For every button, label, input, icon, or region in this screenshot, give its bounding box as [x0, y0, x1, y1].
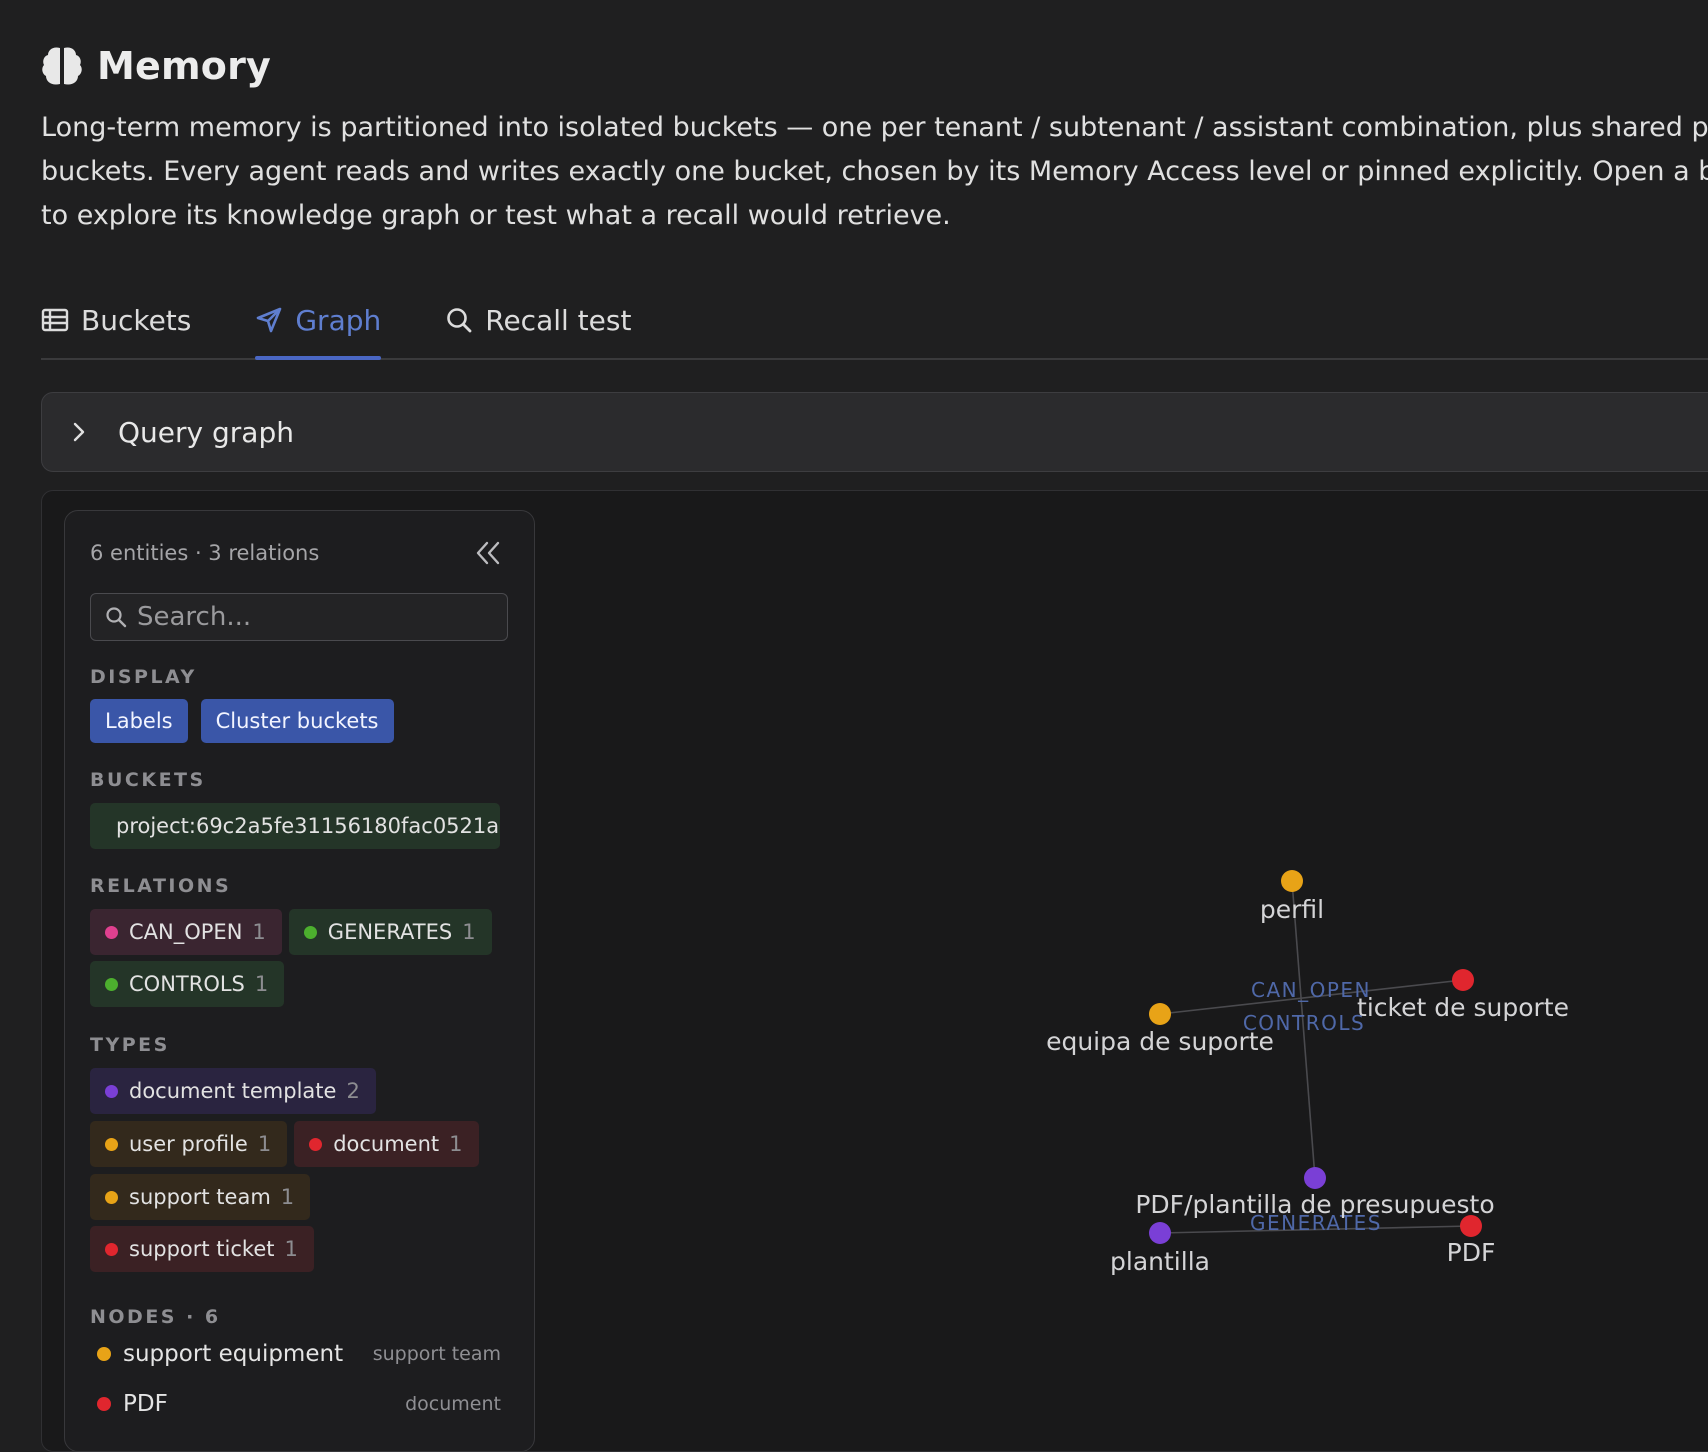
type-color-dot [105, 1084, 118, 1098]
relation-count: 1 [462, 920, 476, 944]
types-row-4: support ticket 1 [90, 1226, 314, 1272]
tab-bar: Buckets Graph Recall test [41, 290, 1708, 360]
relation-color-dot [105, 977, 118, 991]
bucket-chip[interactable]: project:69c2a5fe31156180fac0521a › [90, 803, 500, 849]
relation-chip-can-open[interactable]: CAN_OPEN 1 [90, 909, 282, 955]
graph-canvas[interactable]: CAN_OPENCONTROLSGENERATESperfilequipa de… [540, 500, 1708, 1418]
query-graph-label: Query graph [118, 415, 294, 449]
type-chip-support-ticket[interactable]: support ticket 1 [90, 1226, 314, 1272]
type-chip-document[interactable]: document 1 [294, 1121, 479, 1167]
types-row-3: support team 1 [90, 1174, 311, 1220]
cluster-buckets-toggle[interactable]: Cluster buckets [200, 699, 394, 743]
type-count: 1 [280, 1185, 295, 1209]
tab-graph[interactable]: Graph [255, 290, 382, 360]
page-header: Memory [41, 44, 271, 88]
graph-node-label: equipa de suporte [1046, 1027, 1274, 1056]
type-color-dot [105, 1190, 118, 1204]
chevron-right-icon [73, 422, 85, 442]
bucket-label: project:69c2a5fe31156180fac0521a › [116, 814, 500, 838]
relation-color-dot [303, 925, 317, 939]
graph-node-label: PDF [1447, 1238, 1496, 1267]
graph-node[interactable] [1452, 969, 1474, 991]
graph-node-label: perfil [1260, 895, 1324, 924]
relations-section-title: RELATIONS [90, 875, 232, 897]
node-name: support equipment [123, 1341, 344, 1367]
page-title: Memory [97, 44, 271, 88]
relation-name: CAN_OPEN [129, 920, 243, 944]
table-icon [41, 308, 69, 332]
type-name: document [333, 1132, 440, 1156]
tab-buckets[interactable]: Buckets [41, 290, 191, 350]
type-chip-document-template[interactable]: document template 2 [90, 1068, 376, 1114]
display-section-title: DISPLAY [90, 666, 197, 688]
node-list-item[interactable]: PDF document [97, 1391, 501, 1417]
graph-node[interactable] [1304, 1167, 1326, 1189]
node-type: document [405, 1393, 501, 1415]
tab-buckets-label: Buckets [81, 303, 192, 337]
tab-recall-test[interactable]: Recall test [445, 290, 631, 350]
relation-name: GENERATES [327, 920, 453, 944]
tab-recall-test-label: Recall test [485, 303, 632, 337]
type-color-dot [105, 1242, 118, 1256]
bucket-list: project:69c2a5fe31156180fac0521a › [90, 803, 500, 849]
search-icon [106, 607, 127, 628]
relation-chip-generates[interactable]: GENERATES 1 [288, 909, 492, 955]
types-section-title: TYPES [90, 1034, 170, 1056]
query-graph-toggle[interactable]: Query graph [41, 392, 1708, 472]
nodes-section-title: NODES · 6 [90, 1306, 221, 1328]
graph-node[interactable] [1281, 870, 1303, 892]
page-description: Long-term memory is partitioned into iso… [41, 112, 1708, 231]
relation-name: CONTROLS [129, 972, 245, 996]
type-count: 1 [449, 1132, 463, 1156]
type-count: 1 [284, 1237, 298, 1261]
node-list-item[interactable]: support equipment support team [97, 1341, 501, 1367]
graph-node-label: plantilla [1110, 1247, 1210, 1276]
relation-count: 1 [254, 972, 269, 996]
relations-row-2: CONTROLS 1 [90, 961, 285, 1007]
collapse-panel-icon[interactable] [474, 539, 502, 567]
relation-color-dot [105, 925, 118, 939]
type-color-dot [105, 1137, 118, 1151]
graph-node-label: ticket de suporte [1357, 993, 1569, 1022]
graph-summary: 6 entities · 3 relations [90, 541, 320, 565]
node-type: support team [372, 1343, 501, 1365]
type-chip-user-profile[interactable]: user profile 1 [90, 1121, 288, 1167]
search-icon [447, 308, 472, 333]
graph-node[interactable] [1149, 1222, 1171, 1244]
labels-toggle[interactable]: Labels [90, 699, 188, 743]
graph-search [90, 593, 508, 641]
type-chip-support-team[interactable]: support team 1 [90, 1174, 311, 1220]
types-row-2: user profile 1 document 1 [90, 1121, 479, 1167]
graph-side-panel: 6 entities · 3 relations DISPLAY Labels … [64, 510, 535, 1452]
node-color-dot [97, 1397, 111, 1411]
graph-edge-label: CAN_OPEN [1251, 978, 1371, 1002]
type-name: support ticket [129, 1237, 275, 1261]
relations-row-1: CAN_OPEN 1 GENERATES 1 [90, 909, 492, 955]
relation-chip-controls[interactable]: CONTROLS 1 [90, 961, 285, 1007]
type-name: user profile [129, 1132, 248, 1156]
type-count: 2 [346, 1079, 360, 1103]
node-name: PDF [123, 1391, 168, 1417]
node-color-dot [97, 1347, 111, 1361]
type-name: support team [129, 1185, 271, 1209]
tab-graph-label: Graph [295, 303, 382, 337]
display-buttons: Labels Cluster buckets [90, 699, 400, 743]
types-row-1: document template 2 [90, 1068, 376, 1114]
type-count: 1 [257, 1132, 272, 1156]
buckets-section-title: BUCKETS [90, 769, 206, 791]
relation-count: 1 [252, 920, 266, 944]
graph-node[interactable] [1149, 1003, 1171, 1025]
send-icon [257, 307, 282, 333]
graph-node-label: PDF/plantilla de presupuesto [1135, 1190, 1494, 1219]
brain-icon [42, 47, 82, 85]
type-name: document template [129, 1079, 337, 1103]
graph-search-input[interactable] [135, 601, 499, 633]
type-color-dot [309, 1137, 323, 1151]
